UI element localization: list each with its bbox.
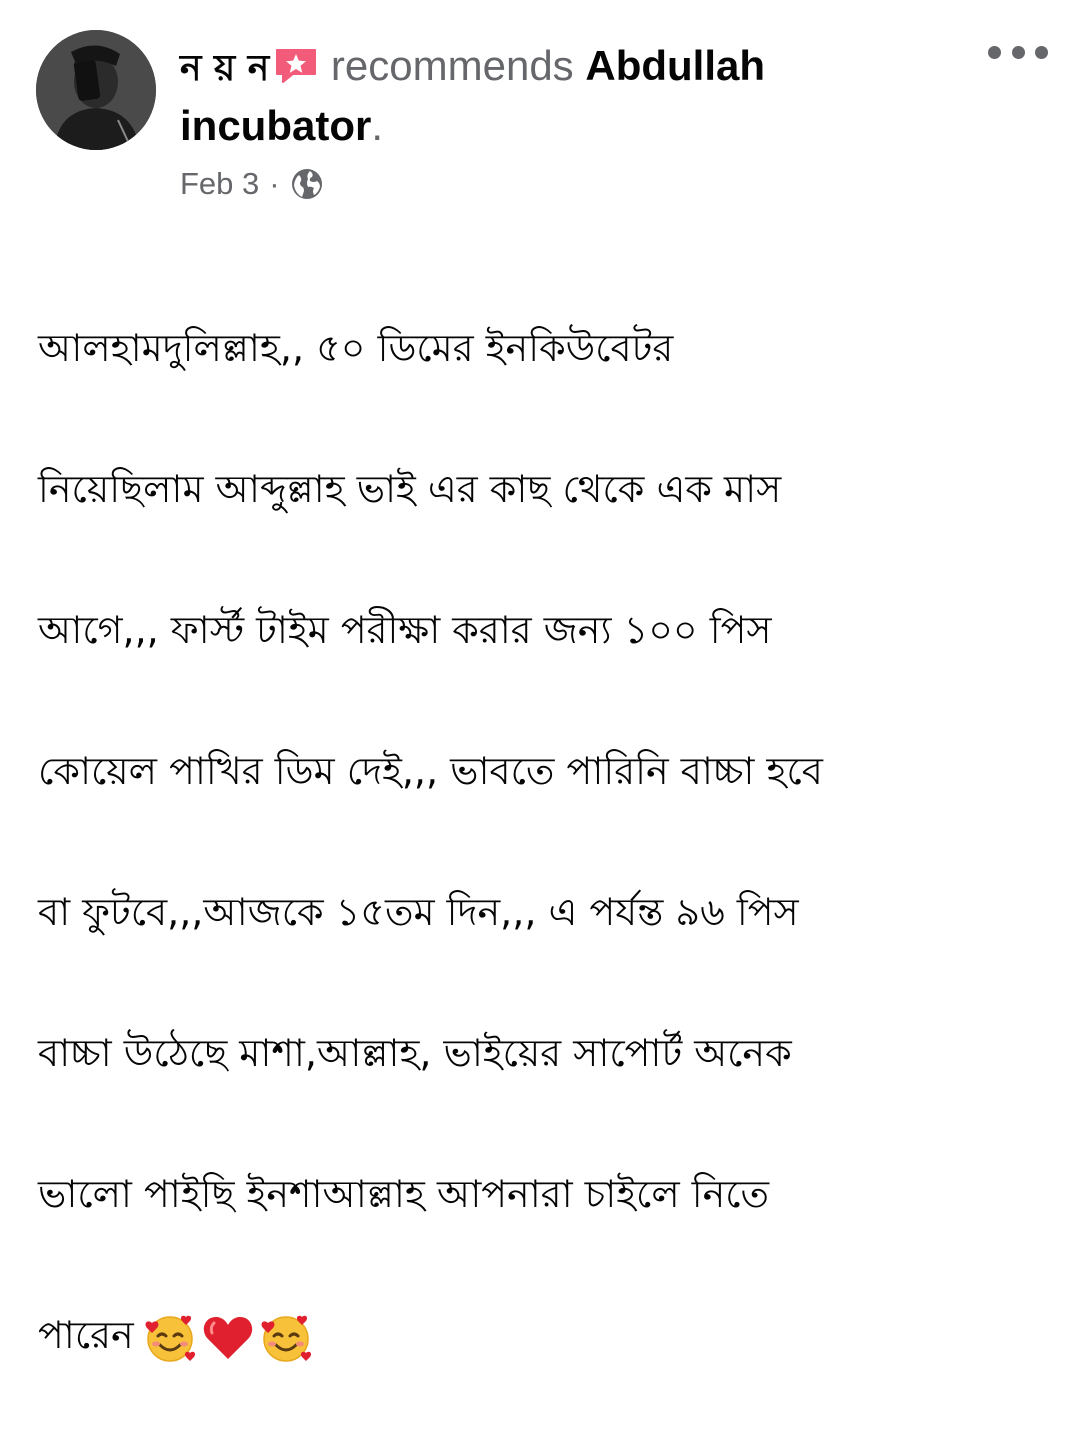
smiling-face-with-hearts-icon: [261, 1315, 311, 1362]
meta-separator: ·: [269, 166, 280, 201]
post-body-last-line: পারেন: [38, 1300, 1048, 1371]
post-body-line: ভালো পাইছি ইনশাআল্লাহ আপনারা চাইলে নিতে: [38, 1171, 770, 1216]
more-options-icon[interactable]: [988, 38, 1048, 66]
header-period: .: [371, 102, 384, 149]
recommendation-post: ন য় ন recommends Abdullah incubator. Feb…: [0, 0, 1080, 1362]
smiling-face-with-hearts-icon: [145, 1315, 195, 1362]
post-body-line: পারেন: [38, 1312, 134, 1357]
post-body-line: নিয়েছিলাম আব্দুল্লাহ ভাই এর কাছ থেকে এক…: [38, 466, 782, 511]
avatar[interactable]: [36, 30, 156, 150]
post-body: আলহামদুলিল্লাহ,, ৫০ ডিমের ইনকিউবেটর নিয়…: [38, 242, 1048, 1441]
emoji-row: [142, 1309, 316, 1365]
globe-icon[interactable]: [290, 167, 324, 201]
post-body-line: বাচ্চা উঠেছে মাশা,আল্লাহ, ভাইয়ের সাপোর্…: [38, 1030, 792, 1075]
more-dot: [1011, 45, 1025, 59]
post-header: ন য় ন recommends Abdullah incubator.: [180, 38, 920, 154]
post-body-line: কোয়েল পাখির ডিম দেই,,, ভাবতে পারিনি বাচ…: [38, 748, 823, 793]
post-body-line: বা ফুটবে,,,আজকে ১৫তম দিন,,, এ পর্যন্ত ৯৬…: [38, 889, 799, 934]
post-meta: Feb 3 ·: [180, 164, 324, 204]
author-name[interactable]: ন য় ন: [180, 48, 269, 89]
post-body-line: আলহামদুলিল্লাহ,, ৫০ ডিমের ইনকিউবেটর: [38, 325, 674, 370]
post-date[interactable]: Feb 3: [180, 166, 259, 202]
more-dot: [988, 45, 1001, 59]
star-badge-icon: [273, 42, 319, 98]
red-heart-icon: [203, 1317, 252, 1359]
page-name-part-1: Abdullah: [585, 42, 766, 89]
more-dot: [1035, 45, 1048, 59]
recommends-text: recommends: [330, 42, 574, 89]
page-name-part-2: incubator: [180, 102, 372, 149]
avatar-photo: [36, 30, 156, 150]
post-body-line: আগে,,, ফার্স্ট টাইম পরীক্ষা করার জন্য ১০…: [38, 607, 772, 652]
